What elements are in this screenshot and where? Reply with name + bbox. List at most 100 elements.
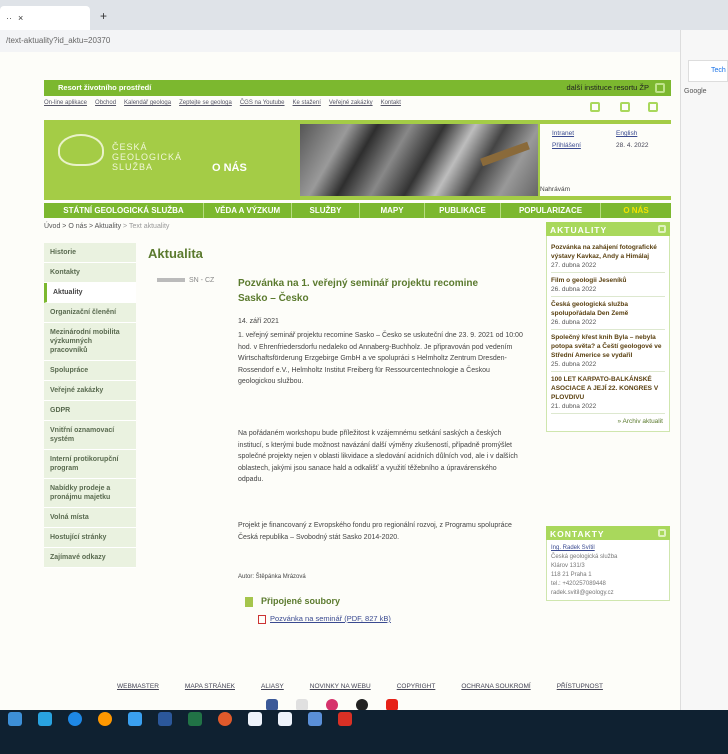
list-item[interactable]: Pozvánka na zahájení fotografické výstav… — [551, 240, 665, 273]
banner-utilities: Intranet English Přihlášení 28. 4. 2022 … — [540, 124, 671, 196]
ministry-link[interactable]: Resort životního prostředí — [58, 83, 151, 92]
expand-icon[interactable] — [658, 529, 666, 537]
news-item-title[interactable]: Film o geologii Jeseníků — [551, 276, 665, 285]
article-paragraph: Na pořádaném workshopu bude příležitost … — [238, 430, 518, 483]
shield-icon[interactable] — [278, 712, 292, 726]
toplink-ask-geologist[interactable]: Zeptejte se geologa — [179, 100, 232, 106]
chrome-icon[interactable] — [218, 712, 232, 726]
expand-icon[interactable] — [655, 83, 665, 93]
sidebar-item-gdpr[interactable]: GDPR — [44, 401, 136, 421]
contact-email[interactable]: radek.svitil@geology.cz — [551, 589, 665, 598]
start-icon[interactable] — [8, 712, 22, 726]
flags-icon — [157, 278, 185, 282]
crumb-home[interactable]: Úvod — [44, 223, 60, 230]
address-bar[interactable]: /text-aktuality?id_aktu=20370 — [0, 30, 680, 52]
toplink-youtube[interactable]: ČGS na Youtube — [240, 100, 285, 106]
intranet-link[interactable]: Intranet — [552, 130, 574, 137]
footer-accessibility[interactable]: PŘÍSTUPNOST — [557, 683, 603, 690]
new-tab-button[interactable]: + — [100, 9, 107, 23]
sidebar-item-news[interactable]: Aktuality — [44, 283, 136, 303]
toplink-public-contracts[interactable]: Veřejné zakázky — [329, 100, 373, 106]
tab-close-icon[interactable]: × — [18, 13, 23, 23]
article-paragraph: 1. veřejný seminář projektu recomine Sas… — [238, 332, 523, 385]
settings-icon[interactable] — [308, 712, 322, 726]
list-item[interactable]: Česká geologická služba spolupořádala De… — [551, 297, 665, 330]
sidebar-item-hosted-pages[interactable]: Hostující stránky — [44, 528, 136, 548]
nav-about-us[interactable]: O NÁS — [601, 203, 671, 218]
list-item[interactable]: 100 LET KARPATO-BALKÁNSKÉ ASOCIACE A JEJ… — [551, 372, 665, 414]
toplink-calendar[interactable]: Kalendář geologa — [124, 100, 171, 106]
rss-icon[interactable] — [648, 102, 658, 112]
main-navigation: STÁTNÍ GEOLOGICKÁ SLUŽBA VĚDA A VÝZKUM S… — [44, 203, 671, 218]
footer-copyright[interactable]: COPYRIGHT — [397, 683, 436, 690]
sidebar-item-property-offers[interactable]: Nabídky prodeje a pronájmu majetku — [44, 479, 136, 508]
sidebar-item-organization[interactable]: Organizační členění — [44, 303, 136, 323]
article-author: Autor: Štěpánka Mrázová — [238, 574, 306, 580]
toplink-online-apps[interactable]: On-line aplikace — [44, 100, 87, 106]
sidebar-item-mobility[interactable]: Mezinárodní mobilita výzkumných pracovní… — [44, 323, 136, 361]
footer-webmaster[interactable]: WEBMASTER — [117, 683, 159, 690]
nav-publications[interactable]: PUBLIKACE — [425, 203, 501, 218]
word-icon[interactable] — [158, 712, 172, 726]
ministry-bar: Resort životního prostředí další institu… — [44, 80, 671, 96]
nav-state-geological-survey[interactable]: STÁTNÍ GEOLOGICKÁ SLUŽBA — [44, 203, 204, 218]
sidebar-item-whistleblowing[interactable]: Vnitřní oznamovací systém — [44, 421, 136, 450]
browser-tab[interactable]: ·· × — [0, 6, 90, 30]
news-item-title[interactable]: Česká geologická služba spolupořádala De… — [551, 300, 665, 318]
footer-news[interactable]: NOVINKY NA WEBU — [310, 683, 371, 690]
explorer-icon[interactable] — [38, 712, 52, 726]
toplink-downloads[interactable]: Ke stažení — [293, 100, 321, 106]
crumb-news[interactable]: Aktuality — [95, 223, 121, 230]
search-icon[interactable] — [590, 102, 600, 112]
rss-icon[interactable] — [658, 225, 666, 233]
news-item-title[interactable]: Společný křest knih Byla – nebyla potopa… — [551, 333, 665, 360]
news-item-title[interactable]: 100 LET KARPATO-BALKÁNSKÉ ASOCIACE A JEJ… — [551, 375, 665, 402]
sidebar-item-anticorruption[interactable]: Interní protikorupční program — [44, 450, 136, 479]
sidebar-item-public-contracts[interactable]: Veřejné zakázky — [44, 381, 136, 401]
english-link[interactable]: English — [616, 130, 637, 137]
side-panel-tab[interactable]: Tech — [688, 60, 728, 82]
nav-popularization[interactable]: POPULARIZACE — [501, 203, 601, 218]
app-icon[interactable] — [128, 712, 142, 726]
edge-icon[interactable] — [68, 712, 82, 726]
news-item-title[interactable]: Pozvánka na zahájení fotografické výstav… — [551, 243, 665, 261]
toplink-contact[interactable]: Kontakt — [381, 100, 401, 106]
sidebar-item-cooperation[interactable]: Spolupráce — [44, 361, 136, 381]
news-list: Pozvánka na zahájení fotografické výstav… — [546, 236, 670, 432]
footer-privacy[interactable]: OCHRANA SOUKROMÍ — [461, 683, 530, 690]
login-link[interactable]: Přihlášení — [552, 142, 581, 149]
sidebar-item-links[interactable]: Zajímavé odkazy — [44, 548, 136, 568]
contact-org: Česká geologická služba — [551, 554, 618, 560]
nav-services[interactable]: SLUŽBY — [292, 203, 360, 218]
contacts-heading-label: KONTAKTY — [550, 529, 605, 539]
sidebar-item-vacancies[interactable]: Volná místa — [44, 508, 136, 528]
print-icon[interactable] — [620, 102, 630, 112]
excel-icon[interactable] — [188, 712, 202, 726]
current-date: 28. 4. 2022 — [616, 142, 649, 149]
footer-aliases[interactable]: ALIASY — [261, 683, 284, 690]
toplink-shop[interactable]: Obchod — [95, 100, 116, 106]
contact-name[interactable]: Ing. Radek Svítil — [551, 544, 665, 553]
top-links: On-line aplikace Obchod Kalendář geologa Ze… — [44, 100, 671, 114]
crumb-about[interactable]: O nás — [68, 223, 87, 230]
news-item-date: 25. dubna 2022 — [551, 361, 597, 368]
logo-line-3: SLUŽBA — [112, 162, 154, 172]
nav-maps[interactable]: MAPY — [360, 203, 425, 218]
attachments-label: Připojené soubory — [261, 596, 341, 606]
article-date: 14. září 2021 — [238, 318, 279, 325]
sidebar-item-contacts[interactable]: Kontakty — [44, 263, 136, 283]
logo-text: ČESKÁ GEOLOGICKÁ SLUŽBA — [112, 142, 182, 172]
other-institutions-link[interactable]: další instituce resortu ŽP — [566, 83, 649, 92]
rock-photo — [300, 124, 538, 196]
list-item[interactable]: Společný křest knih Byla – nebyla potopa… — [551, 330, 665, 372]
firefox-icon[interactable] — [98, 712, 112, 726]
list-item[interactable]: Film o geologii Jeseníků 26. dubna 2022 — [551, 273, 665, 297]
security-icon[interactable] — [248, 712, 262, 726]
archive-link[interactable]: » Archiv aktualit — [551, 414, 665, 429]
sidebar-item-history[interactable]: Historie — [44, 243, 136, 263]
cgs-logo-icon[interactable] — [58, 134, 104, 166]
acrobat-icon[interactable] — [338, 712, 352, 726]
attachment-link[interactable]: Pozvánka na seminář (PDF, 827 kB) — [258, 614, 391, 624]
nav-science-research[interactable]: VĚDA A VÝZKUM — [204, 203, 292, 218]
footer-sitemap[interactable]: MAPA STRÁNEK — [185, 683, 235, 690]
